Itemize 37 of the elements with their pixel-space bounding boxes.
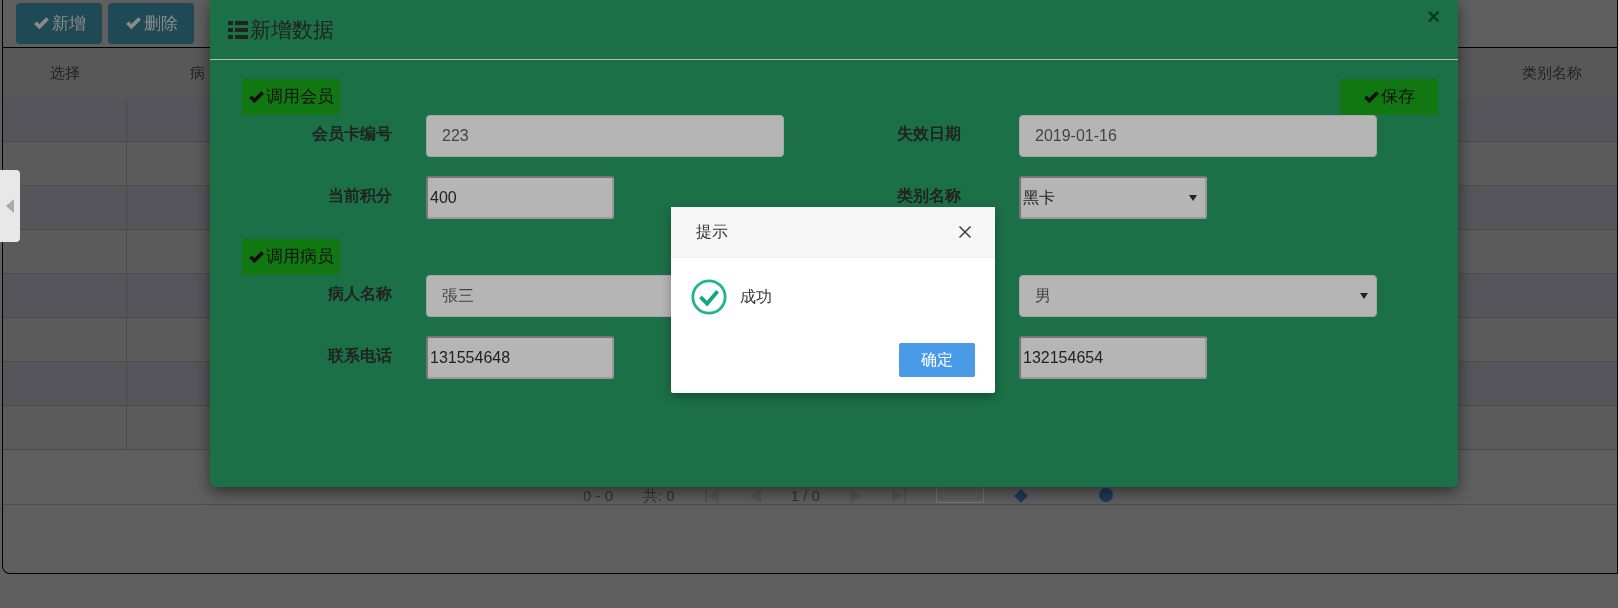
- check-icon: [248, 89, 265, 105]
- field-label: 联系电话: [328, 347, 392, 364]
- input-field[interactable]: 400: [426, 176, 614, 219]
- input-field[interactable]: 223: [426, 114, 784, 157]
- select-field[interactable]: 男: [1019, 274, 1377, 317]
- check-icon: [248, 249, 265, 265]
- success-check-icon: [690, 278, 728, 316]
- left-arrow-icon: [6, 199, 14, 213]
- input-field[interactable]: 132154654: [1019, 336, 1207, 379]
- dropdown-caret-icon: [1189, 194, 1197, 201]
- confirm-button[interactable]: 确定: [899, 343, 975, 377]
- field-label: 会员卡编号: [312, 125, 392, 142]
- toolbar-button[interactable]: 删除: [108, 3, 194, 44]
- dropdown-caret-icon: [1360, 292, 1368, 299]
- first-page-icon[interactable]: [704, 489, 719, 503]
- next-page-icon[interactable]: [849, 489, 862, 503]
- dialog-message: 成功: [740, 287, 772, 307]
- check-icon: [32, 16, 50, 31]
- field-label: 失效日期: [897, 125, 961, 142]
- modal-title: 新增数据: [250, 16, 334, 43]
- check-icon: [1363, 89, 1380, 105]
- check-icon: [124, 16, 142, 31]
- last-page-icon[interactable]: [891, 489, 906, 503]
- previous-page-icon[interactable]: [748, 489, 761, 503]
- call-button[interactable]: 调用病员: [242, 239, 340, 275]
- side-tab[interactable]: [0, 170, 20, 242]
- select-field[interactable]: 黑卡: [1019, 176, 1207, 219]
- input-field[interactable]: 131554648: [426, 336, 614, 379]
- dialog-title: 提示: [696, 222, 728, 242]
- save-button[interactable]: 保存: [1340, 79, 1438, 115]
- field-label: 当前积分: [328, 187, 392, 204]
- field-label: 类别名称: [897, 187, 961, 204]
- field-label: 病人名称: [328, 285, 392, 302]
- call-button[interactable]: 调用会员: [242, 79, 340, 115]
- toolbar-button[interactable]: 新增: [16, 3, 102, 44]
- list-icon: [228, 20, 248, 39]
- input-field[interactable]: 2019-01-16: [1019, 114, 1377, 157]
